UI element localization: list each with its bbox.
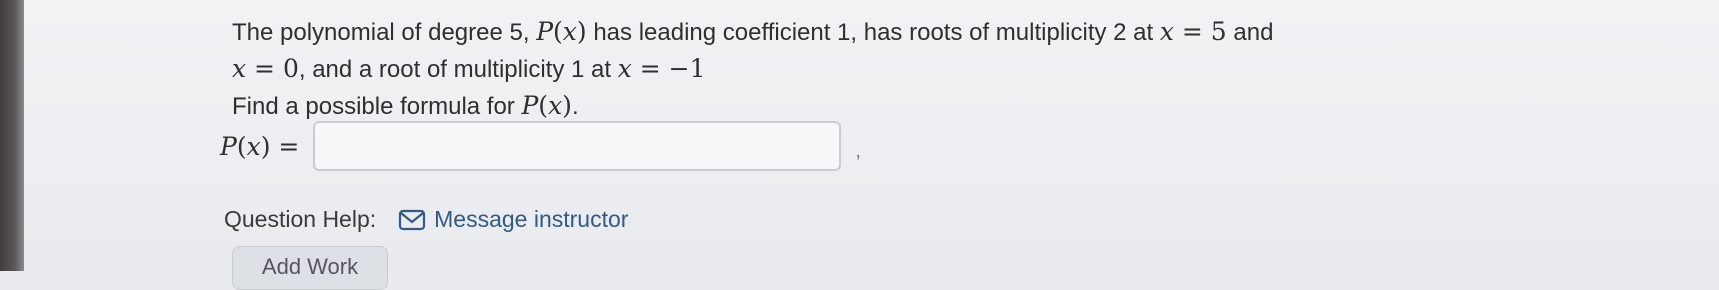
math-equals: = bbox=[270, 131, 300, 161]
math-equation: = 0 bbox=[246, 54, 299, 83]
question-help-label: Question Help: bbox=[224, 206, 377, 232]
math-variable: x bbox=[246, 131, 261, 161]
add-work-button[interactable]: Add Work bbox=[232, 246, 388, 290]
math-function: P bbox=[521, 91, 539, 120]
question-text: The polynomial of degree 5, P(x) has lea… bbox=[232, 14, 1273, 125]
math-expression: P(x) bbox=[536, 17, 587, 46]
math-function: P bbox=[536, 17, 554, 46]
message-instructor-text: Message instructor bbox=[434, 206, 629, 232]
question-text-part: The polynomial of degree 5, bbox=[232, 19, 537, 46]
math-variable: x bbox=[617, 54, 632, 83]
question-text-part: has leading coefficient 1, has roots of … bbox=[586, 19, 1160, 46]
question-line-2: x = 0, and a root of multiplicity 1 at x… bbox=[232, 51, 1273, 88]
math-expression: x = 0 bbox=[232, 54, 299, 83]
answer-label: P(x) = bbox=[220, 131, 300, 161]
math-equation: = 5 bbox=[1173, 17, 1227, 46]
answer-input[interactable] bbox=[313, 121, 842, 171]
message-instructor-link[interactable]: Message instructor bbox=[398, 206, 628, 233]
answer-trailing-mark: , bbox=[855, 139, 861, 162]
question-text-part: Find a possible formula for bbox=[232, 93, 522, 120]
math-equation: = −1 bbox=[631, 54, 706, 83]
question-page: The polynomial of degree 5, P(x) has lea… bbox=[24, 0, 1719, 290]
answer-row: P(x) = , bbox=[220, 120, 861, 172]
math-expression: x = −1 bbox=[618, 54, 706, 83]
question-line-1: The polynomial of degree 5, P(x) has lea… bbox=[232, 14, 1273, 51]
math-variable: x bbox=[562, 17, 577, 46]
question-help-row: Question Help: Message instructor bbox=[224, 206, 628, 233]
math-variable: x bbox=[548, 91, 563, 120]
math-variable: x bbox=[1159, 17, 1174, 46]
math-function: P bbox=[220, 131, 237, 161]
screen-bezel bbox=[0, 0, 24, 271]
question-text-part: , and a root of multiplicity 1 at bbox=[298, 56, 618, 83]
math-expression: P(x) bbox=[521, 91, 572, 120]
question-text-part: and bbox=[1226, 19, 1274, 46]
question-text-part: . bbox=[571, 93, 579, 120]
mail-icon bbox=[398, 209, 426, 231]
math-variable: x bbox=[232, 54, 247, 83]
math-expression: x = 5 bbox=[1160, 17, 1227, 46]
